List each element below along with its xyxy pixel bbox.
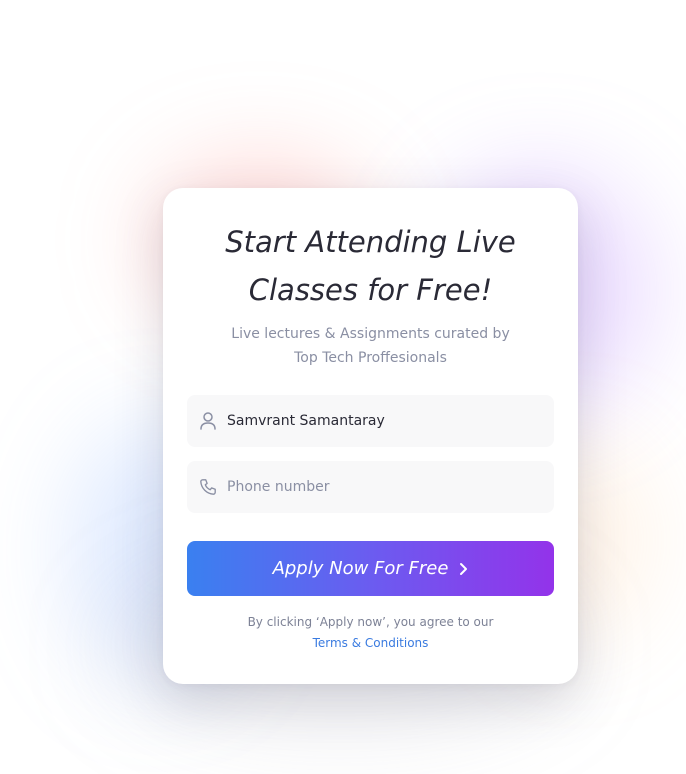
- card-subtitle-line-2: Top Tech Proffesionals: [294, 350, 447, 366]
- phone-input[interactable]: [227, 461, 537, 513]
- user-icon: [200, 412, 216, 430]
- signup-card: Start Attending Live Classes for Free! L…: [163, 188, 578, 684]
- card-title: Start Attending Live Classes for Free!: [163, 218, 578, 314]
- terms-notice-text: By clicking ‘Apply now’, you agree to ou…: [247, 615, 494, 629]
- phone-icon: [200, 479, 216, 495]
- name-input[interactable]: [227, 395, 537, 447]
- apply-now-button[interactable]: Apply Now For Free: [187, 541, 554, 596]
- chevron-right-icon: [460, 562, 468, 575]
- name-field[interactable]: [187, 395, 554, 447]
- page-background: Start Attending Live Classes for Free! L…: [0, 0, 686, 774]
- apply-now-label: Apply Now For Free: [272, 558, 449, 579]
- terms-link[interactable]: Terms & Conditions: [163, 633, 578, 654]
- phone-field[interactable]: [187, 461, 554, 513]
- card-subtitle-line-1: Live lectures & Assignments curated by: [231, 326, 510, 342]
- card-subtitle: Live lectures & Assignments curated by T…: [163, 322, 578, 370]
- terms-notice: By clicking ‘Apply now’, you agree to ou…: [163, 612, 578, 654]
- card-title-line-1: Start Attending Live: [225, 225, 516, 259]
- card-title-line-2: Classes for Free!: [248, 273, 493, 307]
